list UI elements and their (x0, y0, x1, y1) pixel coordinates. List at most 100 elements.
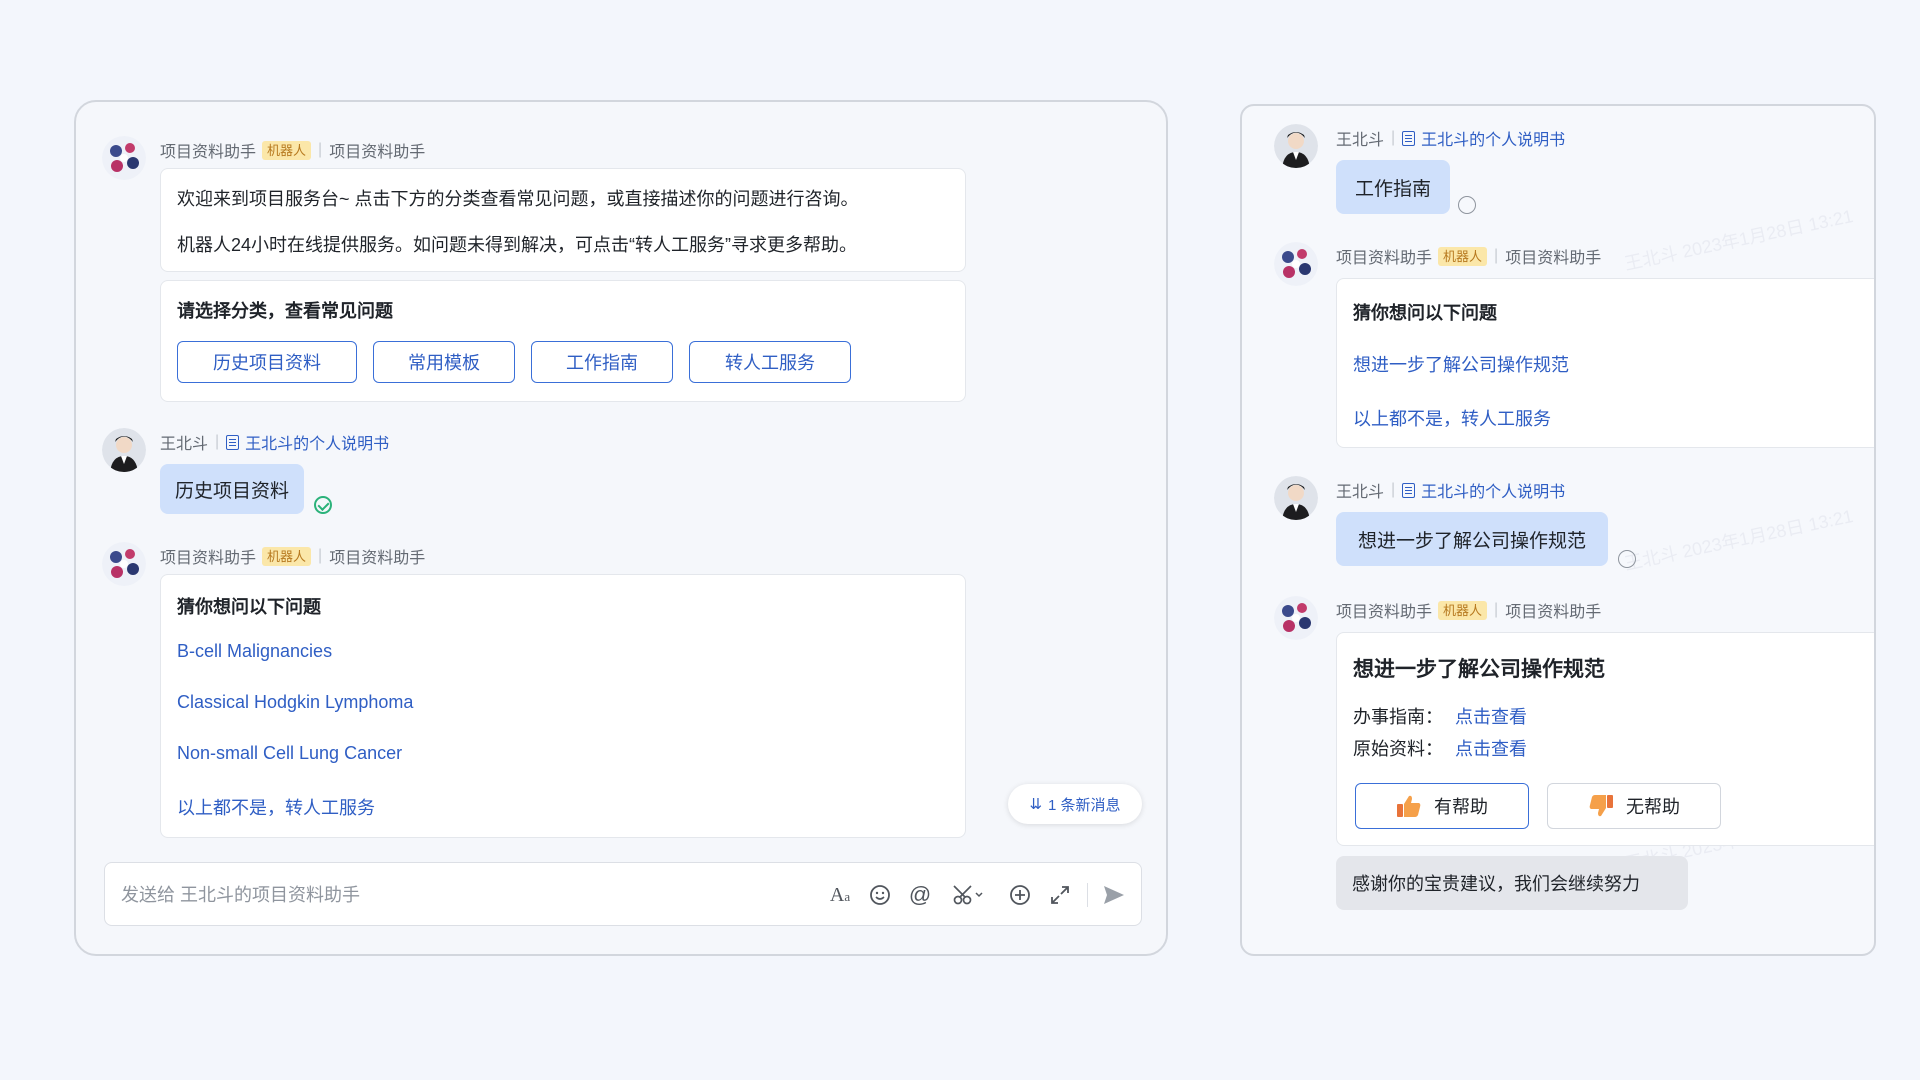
helpful-label: 有帮助 (1434, 797, 1488, 817)
check-circle-icon (314, 496, 332, 514)
divider: | (1494, 601, 1499, 618)
suggestion-card: 猜你想问以下问题 B-cell Malignancies Classical H… (160, 574, 966, 838)
thanks-message: 感谢你的宝贵建议，我们会继续努力 (1336, 856, 1688, 910)
new-message-label: 1 条新消息 (1048, 796, 1121, 814)
answer-card: 想进一步了解公司操作规范 办事指南： 点击查看 原始资料： 点击查看 有帮助 无… (1336, 632, 1874, 846)
user-header: 王北斗 | 王北斗的个人说明书 (1336, 478, 1565, 502)
toolbar-divider (1087, 883, 1088, 907)
divider: | (1391, 481, 1396, 498)
divider: | (1494, 247, 1499, 264)
pending-circle-icon (1618, 550, 1636, 568)
thumbs-up-icon (1397, 795, 1421, 817)
suggestion-link[interactable]: 想进一步了解公司操作规范 (1353, 351, 1569, 377)
category-title: 请选择分类，查看常见问题 (177, 301, 393, 321)
guide-label: 办事指南： (1353, 707, 1443, 727)
robot-tag: 机器人 (262, 140, 312, 160)
bot-subtitle: 项目资料助手 (329, 144, 426, 161)
doc-icon (1402, 482, 1416, 498)
suggestion-title: 猜你想问以下问题 (177, 597, 321, 617)
bot-name: 项目资料助手 (160, 550, 257, 567)
message-input[interactable] (121, 881, 771, 909)
font-format-icon[interactable]: Aa (827, 882, 853, 908)
bot-subtitle: 项目资料助手 (329, 550, 426, 567)
bot-header: 项目资料助手 机器人 | 项目资料助手 (160, 544, 425, 568)
bot-subtitle: 项目资料助手 (1505, 604, 1602, 621)
answer-title: 想进一步了解公司操作规范 (1353, 658, 1605, 681)
bot-name: 项目资料助手 (1336, 604, 1433, 621)
bot-name: 项目资料助手 (160, 144, 257, 161)
category-history-button[interactable]: 历史项目资料 (177, 341, 357, 383)
suggestion-link[interactable]: Non-small Cell Lung Cancer (177, 743, 402, 764)
welcome-line-1: 欢迎来到项目服务台~ 点击下方的分类查看常见问题，或直接描述你的问题进行咨询。 (177, 189, 859, 209)
mention-icon[interactable]: @ (907, 882, 933, 908)
human-service-link[interactable]: 以上都不是，转人工服务 (1353, 405, 1551, 431)
user-name: 王北斗 (1336, 132, 1385, 149)
profile-doc-link[interactable]: 王北斗的个人说明书 (226, 430, 389, 454)
bot-name: 项目资料助手 (1336, 250, 1433, 267)
bot-avatar[interactable] (102, 136, 146, 180)
user-name: 王北斗 (1336, 484, 1385, 501)
new-message-button[interactable]: ⇊ 1 条新消息 (1008, 784, 1142, 824)
source-view-link[interactable]: 点击查看 (1455, 735, 1527, 761)
user-message-bubble: 工作指南 (1336, 160, 1450, 214)
source-label: 原始资料： (1353, 739, 1443, 759)
suggestion-title: 猜你想问以下问题 (1353, 303, 1497, 323)
watermark: 王北斗 2023年1月28日 13:21 (1622, 505, 1855, 574)
profile-doc-label: 王北斗的个人说明书 (1421, 132, 1566, 149)
bot-header: 项目资料助手 机器人 | 项目资料助手 (160, 138, 425, 162)
user-avatar[interactable] (1274, 124, 1318, 168)
welcome-card: 欢迎来到项目服务台~ 点击下方的分类查看常见问题，或直接描述你的问题进行咨询。 … (160, 168, 966, 272)
bot-header: 项目资料助手 机器人 | 项目资料助手 (1336, 244, 1601, 268)
user-avatar[interactable] (1274, 476, 1318, 520)
bot-subtitle: 项目资料助手 (1505, 250, 1602, 267)
suggestion-card: 猜你想问以下问题 想进一步了解公司操作规范 以上都不是，转人工服务 (1336, 278, 1874, 448)
chat-panel-main: 项目资料助手 机器人 | 项目资料助手 欢迎来到项目服务台~ 点击下方的分类查看… (74, 100, 1168, 956)
divider: | (318, 141, 323, 158)
emoji-icon[interactable] (867, 882, 893, 908)
suggestion-link[interactable]: Classical Hodgkin Lymphoma (177, 692, 413, 713)
scissors-icon[interactable] (951, 882, 987, 908)
user-header: 王北斗 | 王北斗的个人说明书 (1336, 126, 1565, 150)
watermark: 王北斗 2023年1月28日 13:21 (1622, 205, 1855, 274)
guide-view-link[interactable]: 点击查看 (1455, 703, 1527, 729)
bot-avatar[interactable] (102, 542, 146, 586)
thumbs-down-icon (1589, 795, 1613, 817)
category-card: 请选择分类，查看常见问题 历史项目资料 常用模板 工作指南 转人工服务 (160, 280, 966, 402)
robot-tag: 机器人 (1438, 246, 1488, 266)
user-avatar[interactable] (102, 428, 146, 472)
category-guide-button[interactable]: 工作指南 (531, 341, 673, 383)
not-helpful-button[interactable]: 无帮助 (1547, 783, 1721, 829)
doc-icon (226, 434, 240, 450)
category-human-service-button[interactable]: 转人工服务 (689, 341, 851, 383)
profile-doc-link[interactable]: 王北斗的个人说明书 (1402, 126, 1565, 150)
user-message-bubble: 想进一步了解公司操作规范 (1336, 512, 1608, 566)
divider: | (215, 433, 220, 450)
not-helpful-label: 无帮助 (1626, 797, 1680, 817)
divider: | (318, 547, 323, 564)
profile-doc-link[interactable]: 王北斗的个人说明书 (1402, 478, 1565, 502)
suggestion-link[interactable]: B-cell Malignancies (177, 641, 332, 662)
divider: | (1391, 129, 1396, 146)
double-chevron-down-icon: ⇊ (1029, 796, 1043, 813)
user-message-bubble: 历史项目资料 (160, 464, 304, 514)
pending-circle-icon (1458, 196, 1476, 214)
category-templates-button[interactable]: 常用模板 (373, 341, 515, 383)
human-service-link[interactable]: 以上都不是，转人工服务 (177, 794, 375, 820)
doc-icon (1402, 130, 1416, 146)
bot-avatar[interactable] (1274, 596, 1318, 640)
welcome-line-2: 机器人24小时在线提供服务。如问题未得到解决，可点击“转人工服务”寻求更多帮助。 (177, 235, 858, 255)
send-icon[interactable] (1101, 882, 1127, 908)
robot-tag: 机器人 (1438, 600, 1488, 620)
message-composer: Aa @ (104, 862, 1142, 926)
user-header: 王北斗 | 王北斗的个人说明书 (160, 430, 389, 454)
bot-avatar[interactable] (1274, 242, 1318, 286)
profile-doc-label: 王北斗的个人说明书 (1421, 484, 1566, 501)
user-name: 王北斗 (160, 436, 209, 453)
bot-header: 项目资料助手 机器人 | 项目资料助手 (1336, 598, 1601, 622)
chat-panel-secondary: 王北斗 2023年1月28日 13:21 王北斗 2023年1月28日 13:2… (1240, 104, 1876, 956)
expand-icon[interactable] (1047, 882, 1073, 908)
profile-doc-label: 王北斗的个人说明书 (245, 436, 390, 453)
plus-circle-icon[interactable] (1007, 882, 1033, 908)
helpful-button[interactable]: 有帮助 (1355, 783, 1529, 829)
robot-tag: 机器人 (262, 546, 312, 566)
